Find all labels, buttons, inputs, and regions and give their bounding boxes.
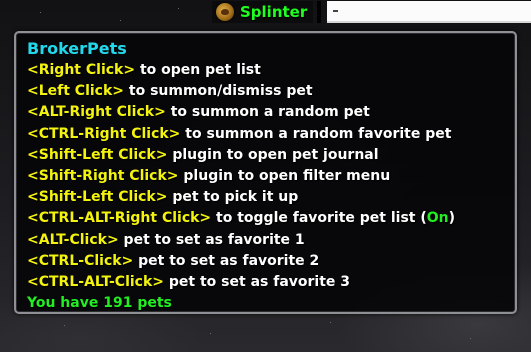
hint-desc-end: )	[448, 210, 456, 227]
hint-key: <Shift-Left Click>	[27, 189, 168, 206]
brokerpets-plugin-button[interactable]: Splinter	[212, 1, 314, 23]
brokerpets-tooltip: BrokerPets <Right Click> to open pet lis…	[14, 31, 517, 314]
hint-desc: to toggle favorite pet list (	[211, 210, 427, 227]
hint-line: <Right Click> to open pet list	[27, 60, 515, 81]
hint-key: <ALT-Right Click>	[27, 104, 166, 121]
hint-key: <CTRL-ALT-Right Click>	[27, 210, 212, 227]
plugin-label: Splinter	[240, 3, 308, 21]
pet-count: You have 191 pets	[27, 295, 172, 312]
hint-desc: pet to set as favorite 2	[133, 252, 320, 269]
hint-desc: pet to set as favorite 3	[164, 274, 351, 291]
hint-desc: pet to set as favorite 1	[118, 231, 305, 248]
favorite-list-status: On	[426, 210, 449, 227]
bar-divider	[317, 1, 322, 23]
hint-desc: to summon/dismiss pet	[124, 83, 313, 100]
hint-line: <CTRL-ALT-Click> pet to set as favorite …	[27, 272, 515, 293]
hint-key: <ALT-Click>	[27, 231, 119, 248]
pet-icon	[216, 3, 234, 21]
hint-key: <CTRL-Right Click>	[27, 125, 181, 142]
hint-line: <Shift-Right Click> plugin to open filte…	[27, 166, 515, 187]
tooltip-title: BrokerPets	[27, 39, 127, 58]
hint-key: <Left Click>	[27, 83, 125, 100]
hint-key: <CTRL-ALT-Click>	[27, 274, 165, 291]
broker-display-bar: Splinter	[212, 0, 531, 24]
hint-key: <CTRL-Click>	[27, 252, 134, 269]
hint-key: <Shift-Right Click>	[27, 168, 179, 185]
hint-line: <ALT-Right Click> to summon a random pet	[27, 102, 515, 123]
hint-desc: to summon a random pet	[165, 104, 370, 121]
hint-line: <CTRL-Click> pet to set as favorite 2	[27, 251, 515, 272]
hint-desc: pet to pick it up	[167, 189, 299, 206]
hint-line: <ALT-Click> pet to set as favorite 1	[27, 230, 515, 251]
hint-line-favorite-toggle: <CTRL-ALT-Right Click> to toggle favorit…	[27, 208, 515, 229]
hint-desc: plugin to open filter menu	[178, 168, 391, 185]
hint-line: <Left Click> to summon/dismiss pet	[27, 81, 515, 102]
hint-desc: to summon a random favorite pet	[180, 125, 452, 142]
adjacent-plugin-slot[interactable]	[327, 1, 531, 23]
hint-desc: to open pet list	[135, 62, 261, 78]
hint-line: <Shift-Left Click> plugin to open pet jo…	[27, 145, 515, 166]
hint-key: <Shift-Left Click>	[27, 146, 168, 163]
hint-line: <CTRL-Right Click> to summon a random fa…	[27, 124, 515, 145]
hint-line: <Shift-Left Click> pet to pick it up	[27, 187, 515, 208]
hint-key: <Right Click>	[27, 62, 136, 78]
hint-desc: plugin to open pet journal	[167, 146, 379, 163]
